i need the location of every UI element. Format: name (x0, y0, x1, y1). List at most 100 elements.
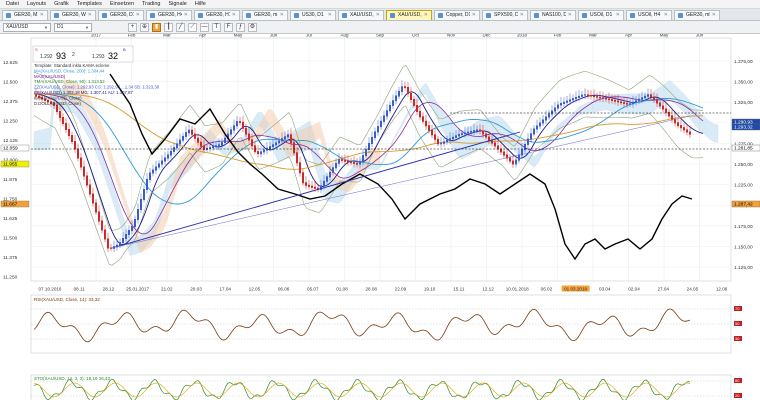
bars-chart-button[interactable]: ┃ (164, 22, 173, 32)
candle-body (326, 176, 328, 182)
right-price-label: 1.175,00 (734, 224, 753, 230)
text-tool-button[interactable]: T (212, 22, 221, 32)
candle-body (299, 162, 301, 174)
date-label: 08.11 (74, 287, 86, 292)
candle-body (200, 141, 202, 147)
menu-signale[interactable]: Signale (164, 0, 190, 9)
settings-button[interactable]: ⚙ (248, 22, 257, 32)
rsi-level-label: 70 (735, 306, 740, 311)
menu-hilfe[interactable]: Hilfe (191, 0, 210, 9)
candle-body (671, 115, 673, 120)
chart-tab[interactable]: GER30, H1 ✕ (194, 9, 240, 20)
timeframe-select[interactable]: D1 ▼ (54, 22, 92, 32)
legend-entry: ZZ(XAU/USD, Close): 1.292,93 CS: 1.292,9… (34, 85, 160, 90)
chart-tab[interactable]: GER30, D1 ✕ (98, 9, 144, 20)
tab-label: USOil, H4 (638, 12, 661, 18)
date-label: 06.02 (541, 287, 553, 292)
tab-label: Copper, D1 (446, 12, 470, 18)
chart-tab[interactable]: GER30, m5 ✕ (674, 9, 720, 20)
chart-tab[interactable]: SPX500, D1✕ (482, 9, 528, 20)
chart-canvas[interactable]: 2017 Feb Mar Apr May Jun Jul Aug Sep Oct Nov Dec 201… (0, 33, 760, 400)
indicator-button[interactable]: ƒ (236, 22, 245, 32)
line-chart-button[interactable]: ╱ (176, 22, 185, 32)
tab-label: USOil, D1 (590, 12, 613, 18)
candle-body (557, 104, 559, 109)
close-icon[interactable]: ✕ (520, 12, 524, 18)
chart-tab[interactable]: XAU/USD, D1✕ (338, 9, 384, 20)
horizontal-line-button[interactable]: — (200, 22, 209, 32)
candle-body (545, 116, 547, 121)
candle-body (539, 122, 541, 127)
candle-body (527, 138, 529, 145)
candle-body (131, 226, 133, 231)
chart-tab[interactable]: GER30, H4 ✕ (146, 9, 192, 20)
candle-body (281, 138, 283, 142)
chart-tab[interactable]: USOil, H4 ✕ (626, 9, 672, 20)
close-icon[interactable]: ✕ (664, 12, 668, 18)
right-price-label: 1.250,00 (734, 162, 753, 168)
trendline-tool-button[interactable]: ⟋ (188, 22, 197, 32)
month-label: Apr (199, 34, 207, 38)
chart-tab[interactable]: XAU/USD, D1✕ (386, 9, 432, 20)
menu-datei[interactable]: Datei (2, 0, 23, 9)
menu-layouts[interactable]: Layouts (23, 0, 50, 9)
rsi-level-label: 30 (735, 336, 740, 341)
close-icon[interactable]: ✕ (616, 12, 620, 18)
chart-tab[interactable]: US30, D1 ✕ (290, 9, 336, 20)
tab-label: XAU/USD, D1 (398, 12, 422, 18)
menu-trading[interactable]: Trading (138, 0, 164, 9)
chart-tab[interactable]: NAS100, D1✕ (530, 9, 576, 20)
menu-einsetzen[interactable]: Einsetzen (106, 0, 138, 9)
chart-tab[interactable]: Copper, D1 ✕ (434, 9, 480, 20)
candle-body (551, 110, 553, 115)
symbol-select[interactable]: XAU/USD ▼ (3, 22, 51, 32)
close-icon[interactable]: ✕ (328, 12, 332, 18)
menu-templates[interactable]: Templates (73, 0, 106, 9)
candle-body (128, 230, 130, 235)
close-icon[interactable]: ✕ (376, 12, 380, 18)
close-icon[interactable]: ✕ (712, 12, 716, 18)
candles-chart-button[interactable]: ▮ (152, 22, 161, 32)
chart-area[interactable]: 2017 Feb Mar Apr May Jun Jul Aug Sep Oct Nov Dec 201… (0, 33, 760, 400)
chevron-down-icon: ▼ (44, 24, 48, 30)
close-icon[interactable]: ✕ (136, 12, 140, 18)
crosshair-tool-button[interactable]: + (128, 22, 137, 32)
close-icon[interactable]: ✕ (472, 12, 476, 18)
month-label: Aug (340, 34, 349, 38)
chart-tab[interactable]: USOil, D1 ✕ (578, 9, 624, 20)
bid-price-large: 93 (56, 51, 66, 61)
chart-tab[interactable]: GER30, M1 ✕ (2, 9, 48, 20)
candle-body (77, 148, 79, 159)
chart-icon (342, 12, 347, 18)
month-label: Oct (412, 34, 420, 38)
ask-price-large: 32 (108, 51, 118, 61)
chart-toolbar: XAU/USD ▼ D1 ▼ + ⊕ ▮ ┃ ╱ ⟋ — T F ƒ ⚙ (0, 21, 760, 34)
menu-grafik[interactable]: Grafik (50, 0, 73, 9)
close-icon[interactable]: ✕ (88, 12, 92, 18)
close-icon[interactable]: ✕ (568, 12, 572, 18)
close-icon[interactable]: ✕ (280, 12, 284, 18)
candle-body (59, 111, 61, 118)
candle-body (194, 133, 196, 139)
date-label: 24.05 (687, 287, 699, 292)
candle-body (371, 137, 373, 144)
chart-tab[interactable]: GER30, W1✕ (50, 9, 96, 20)
close-icon[interactable]: ✕ (40, 12, 44, 18)
candle-body (218, 144, 220, 147)
chart-tab[interactable]: GER30, m15✕ (242, 9, 288, 20)
fibonacci-tool-button[interactable]: F (224, 22, 233, 32)
close-icon[interactable]: ✕ (232, 12, 236, 18)
candle-body (257, 151, 259, 155)
spread-value: 2 (72, 52, 75, 58)
candle-body (260, 151, 262, 155)
candle-body (560, 103, 562, 106)
candle-body (455, 135, 457, 138)
date-label: 07.10.2016 (39, 287, 62, 292)
close-icon[interactable]: ✕ (424, 12, 428, 18)
close-icon[interactable]: ✕ (184, 12, 188, 18)
month-label: Sep (376, 34, 385, 38)
left-price-label: 11.500 (3, 236, 18, 242)
stochastic-panel[interactable] (30, 374, 732, 400)
zoom-in-button[interactable]: ⊕ (140, 22, 149, 32)
candle-body (251, 139, 253, 147)
